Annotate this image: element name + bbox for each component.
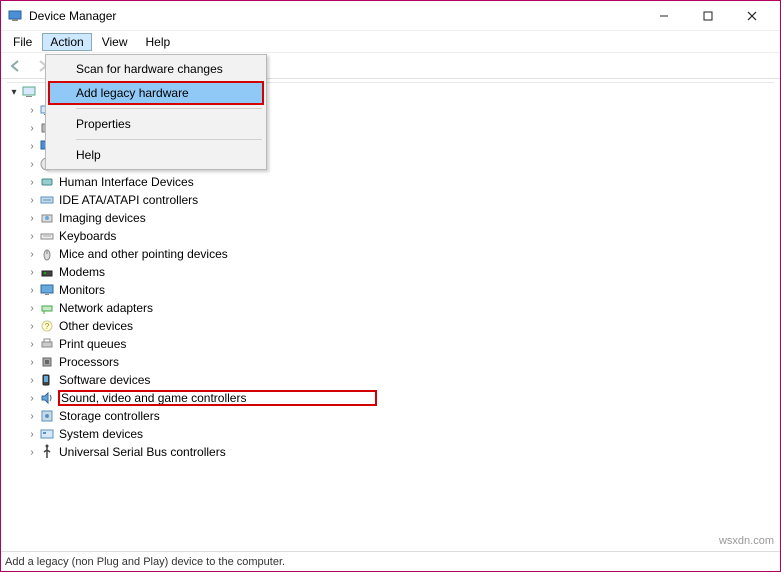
close-button[interactable] — [730, 2, 774, 30]
menu-help[interactable]: Help — [138, 33, 179, 51]
chevron-right-icon[interactable]: › — [25, 123, 39, 134]
tree-item[interactable]: › Universal Serial Bus controllers — [7, 443, 774, 461]
printer-icon — [39, 336, 55, 352]
system-icon — [39, 426, 55, 442]
chevron-right-icon[interactable]: › — [25, 159, 39, 170]
chevron-right-icon[interactable]: › — [25, 213, 39, 224]
tree-item-label: Imaging devices — [59, 211, 146, 225]
tree-item-label: Universal Serial Bus controllers — [59, 445, 226, 459]
tree-item[interactable]: › Monitors — [7, 281, 774, 299]
hid-icon — [39, 174, 55, 190]
monitor-icon — [39, 282, 55, 298]
chevron-right-icon[interactable]: › — [25, 141, 39, 152]
computer-root-icon — [21, 84, 37, 100]
chevron-right-icon[interactable]: › — [25, 321, 39, 332]
chevron-right-icon[interactable]: › — [25, 105, 39, 116]
imaging-icon — [39, 210, 55, 226]
tree-item[interactable]: › Sound, video and game controllers — [7, 389, 774, 407]
tree-item-label: System devices — [59, 427, 143, 441]
tree-item-label: Other devices — [59, 319, 133, 333]
tree-item[interactable]: › Storage controllers — [7, 407, 774, 425]
app-icon — [7, 8, 23, 24]
statusbar-text: Add a legacy (non Plug and Play) device … — [5, 556, 285, 568]
chevron-right-icon[interactable]: › — [25, 177, 39, 188]
tree-item[interactable]: › Print queues — [7, 335, 774, 353]
network-icon — [39, 300, 55, 316]
ide-icon — [39, 192, 55, 208]
menu-file[interactable]: File — [5, 33, 40, 51]
tree-item[interactable]: › Processors — [7, 353, 774, 371]
tree-item[interactable]: › IDE ATA/ATAPI controllers — [7, 191, 774, 209]
mouse-icon — [39, 246, 55, 262]
chevron-right-icon[interactable]: › — [25, 429, 39, 440]
chevron-right-icon[interactable]: › — [25, 303, 39, 314]
tree-item-label: Keyboards — [59, 229, 116, 243]
tree-item[interactable]: › Imaging devices — [7, 209, 774, 227]
chevron-right-icon[interactable]: › — [25, 393, 39, 404]
tree-item[interactable]: › Keyboards — [7, 227, 774, 245]
maximize-button[interactable] — [686, 2, 730, 30]
ctx-separator — [76, 139, 262, 140]
tree-item-label: Network adapters — [59, 301, 153, 315]
tree-item-label: Mice and other pointing devices — [59, 247, 228, 261]
tree-item-label: Print queues — [59, 337, 126, 351]
tree-item[interactable]: › Network adapters — [7, 299, 774, 317]
watermark: wsxdn.com — [719, 535, 774, 547]
chevron-right-icon[interactable]: › — [25, 285, 39, 296]
tree-item[interactable]: › System devices — [7, 425, 774, 443]
chevron-right-icon[interactable]: › — [25, 231, 39, 242]
menubar: File Action View Help — [1, 31, 780, 53]
statusbar: Add a legacy (non Plug and Play) device … — [1, 551, 780, 571]
titlebar: Device Manager — [1, 1, 780, 31]
tree-item[interactable]: › Human Interface Devices — [7, 173, 774, 191]
chevron-right-icon[interactable]: › — [25, 375, 39, 386]
chevron-right-icon[interactable]: › — [25, 195, 39, 206]
chevron-right-icon[interactable]: › — [25, 447, 39, 458]
processor-icon — [39, 354, 55, 370]
window-controls — [642, 2, 774, 30]
modem-icon — [39, 264, 55, 280]
tree-item[interactable]: ›? Other devices — [7, 317, 774, 335]
back-button[interactable] — [5, 55, 27, 77]
tree-item[interactable]: › Modems — [7, 263, 774, 281]
ctx-help[interactable]: Help — [48, 143, 264, 167]
minimize-button[interactable] — [642, 2, 686, 30]
ctx-add-legacy-hardware[interactable]: Add legacy hardware — [48, 81, 264, 105]
tree-item-label: Sound, video and game controllers — [59, 391, 376, 405]
tree-item-label: Monitors — [59, 283, 105, 297]
chevron-right-icon[interactable]: › — [25, 267, 39, 278]
chevron-down-icon[interactable]: ▾ — [7, 87, 21, 98]
svg-text:?: ? — [45, 322, 50, 331]
chevron-right-icon[interactable]: › — [25, 411, 39, 422]
menu-view[interactable]: View — [94, 33, 136, 51]
chevron-right-icon[interactable]: › — [25, 357, 39, 368]
keyboard-icon — [39, 228, 55, 244]
action-context-menu: Scan for hardware changes Add legacy har… — [45, 54, 267, 170]
tree-item-label: IDE ATA/ATAPI controllers — [59, 193, 198, 207]
window-title: Device Manager — [29, 9, 642, 23]
tree-item[interactable]: › Software devices — [7, 371, 774, 389]
storage-icon — [39, 408, 55, 424]
software-icon — [39, 372, 55, 388]
ctx-scan-hardware[interactable]: Scan for hardware changes — [48, 57, 264, 81]
ctx-separator — [76, 108, 262, 109]
chevron-right-icon[interactable]: › — [25, 249, 39, 260]
chevron-right-icon[interactable]: › — [25, 339, 39, 350]
other-icon: ? — [39, 318, 55, 334]
usb-icon — [39, 444, 55, 460]
tree-item-label: Modems — [59, 265, 105, 279]
menu-action[interactable]: Action — [42, 33, 91, 51]
tree-item-label: Human Interface Devices — [59, 175, 194, 189]
sound-icon — [39, 390, 55, 406]
ctx-properties[interactable]: Properties — [48, 112, 264, 136]
tree-item-label: Processors — [59, 355, 119, 369]
tree-item-label: Software devices — [59, 373, 150, 387]
tree-item-label: Storage controllers — [59, 409, 160, 423]
tree-item[interactable]: › Mice and other pointing devices — [7, 245, 774, 263]
